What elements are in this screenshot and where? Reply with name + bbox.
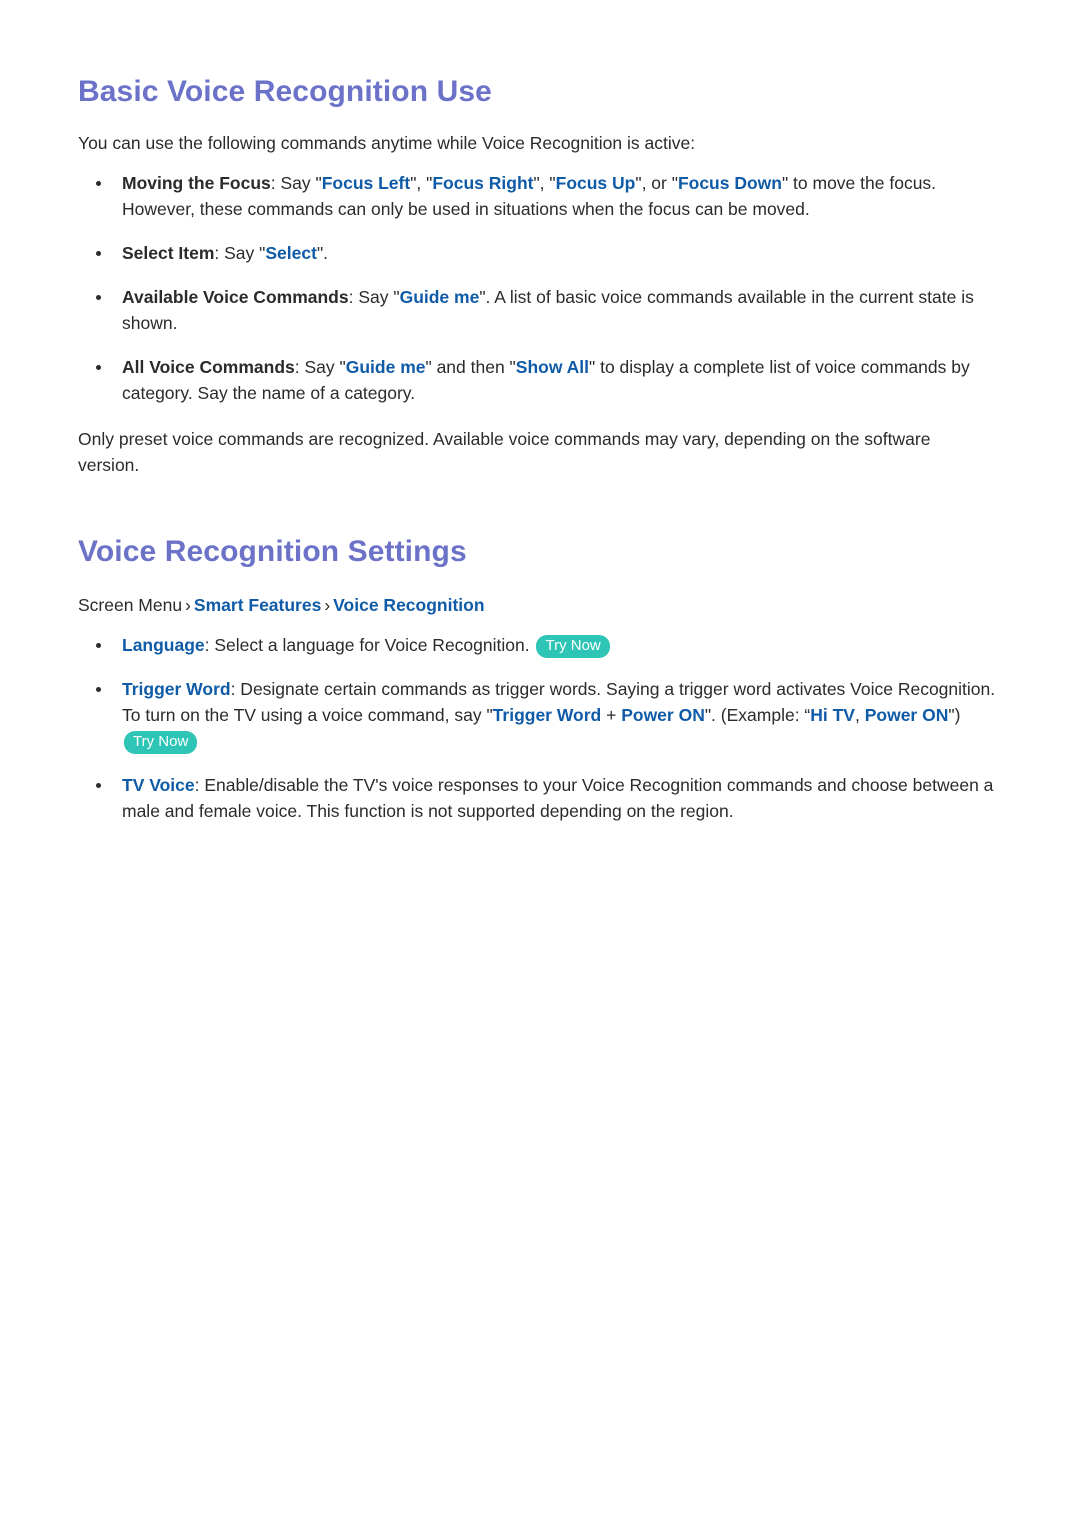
setting-text-tv-voice: : Enable/disable the TV's voice response… [122,775,994,821]
voice-command-power-on-2: Power ON [864,705,949,725]
voice-command-power-on: Power ON [621,705,705,725]
setting-label-language: Language [122,635,205,655]
list-item-language: Language: Select a language for Voice Re… [78,632,1000,658]
basic-commands-list: Moving the Focus: Say "Focus Left", "Foc… [78,170,1000,406]
document-page: Basic Voice Recognition Use You can use … [0,0,1080,1527]
try-now-badge-language[interactable]: Try Now [536,635,610,658]
list-item-moving-the-focus: Moving the Focus: Say "Focus Left", "Foc… [78,170,1000,222]
setting-label-trigger-word: Trigger Word [122,679,231,699]
voice-command-select: Select [265,243,317,263]
bullet-label-available-voice-commands: Available Voice Commands [122,287,349,307]
voice-command-focus-up: Focus Up [555,173,636,193]
try-now-badge-trigger-word[interactable]: Try Now [124,731,198,754]
bullet-sep: " and then " [425,357,516,377]
page-title-voice-recognition-settings: Voice Recognition Settings [78,535,467,568]
bullet-tail: ". [316,243,329,263]
bullet-label-select-item: Select Item [122,243,215,263]
voice-command-hi-tv: Hi TV [810,705,855,725]
bullet-sep: : Say " [270,173,322,193]
setting-text-trigger-word-3: ") [948,705,961,725]
note-paragraph: Only preset voice commands are recognize… [78,429,931,475]
voice-command-guide-me-2: Guide me [345,357,426,377]
section-1: Basic Voice Recognition Use You can use … [78,60,1000,478]
bullet-sep: ", or " [635,173,678,193]
settings-list: Language: Select a language for Voice Re… [78,632,1000,824]
voice-command-focus-right: Focus Right [432,173,534,193]
voice-command-focus-left: Focus Left [321,173,411,193]
voice-command-show-all: Show All [515,357,590,377]
page-title-basic-voice-recognition-use: Basic Voice Recognition Use [78,75,492,108]
breadcrumb-root: Screen Menu [78,595,183,615]
plus-symbol: + [601,705,622,725]
comma-separator: , [854,705,865,725]
list-item-all-voice-commands: All Voice Commands: Say "Guide me" and t… [78,354,1000,406]
list-item-select-item: Select Item: Say "Select". [78,240,1000,266]
bullet-label-all-voice-commands: All Voice Commands [122,357,295,377]
voice-command-focus-down: Focus Down [677,173,782,193]
voice-command-guide-me: Guide me [399,287,480,307]
bullet-sep: : Say " [214,243,266,263]
bullet-sep: ", " [410,173,433,193]
breadcrumb-separator-icon: › [185,595,191,615]
section-2: Voice Recognition Settings Screen Menu › S… [78,478,1000,824]
setting-text-language: : Select a language for Voice Recognitio… [204,635,530,655]
bullet-sep: : Say " [348,287,400,307]
bullet-sep: : Say " [294,357,346,377]
list-item-available-voice-commands: Available Voice Commands: Say "Guide me"… [78,284,1000,336]
intro-paragraph: You can use the following commands anyti… [78,133,696,153]
bullet-sep: ", " [533,173,556,193]
breadcrumb-item-voice-recognition[interactable]: Voice Recognition [333,595,484,615]
bullet-label-moving-the-focus: Moving the Focus [122,173,271,193]
list-item-tv-voice: TV Voice: Enable/disable the TV's voice … [78,772,1000,824]
list-item-trigger-word: Trigger Word: Designate certain commands… [78,676,1000,754]
voice-command-trigger-word: Trigger Word [492,705,602,725]
breadcrumb-separator-icon: › [324,595,331,615]
breadcrumb: Screen Menu › Smart Features › Voice Recogni… [78,592,1000,618]
setting-text-trigger-word-2: ". (Example: “ [704,705,811,725]
breadcrumb-item-smart-features[interactable]: Smart Features [194,595,321,615]
setting-label-tv-voice: TV Voice [122,775,195,795]
